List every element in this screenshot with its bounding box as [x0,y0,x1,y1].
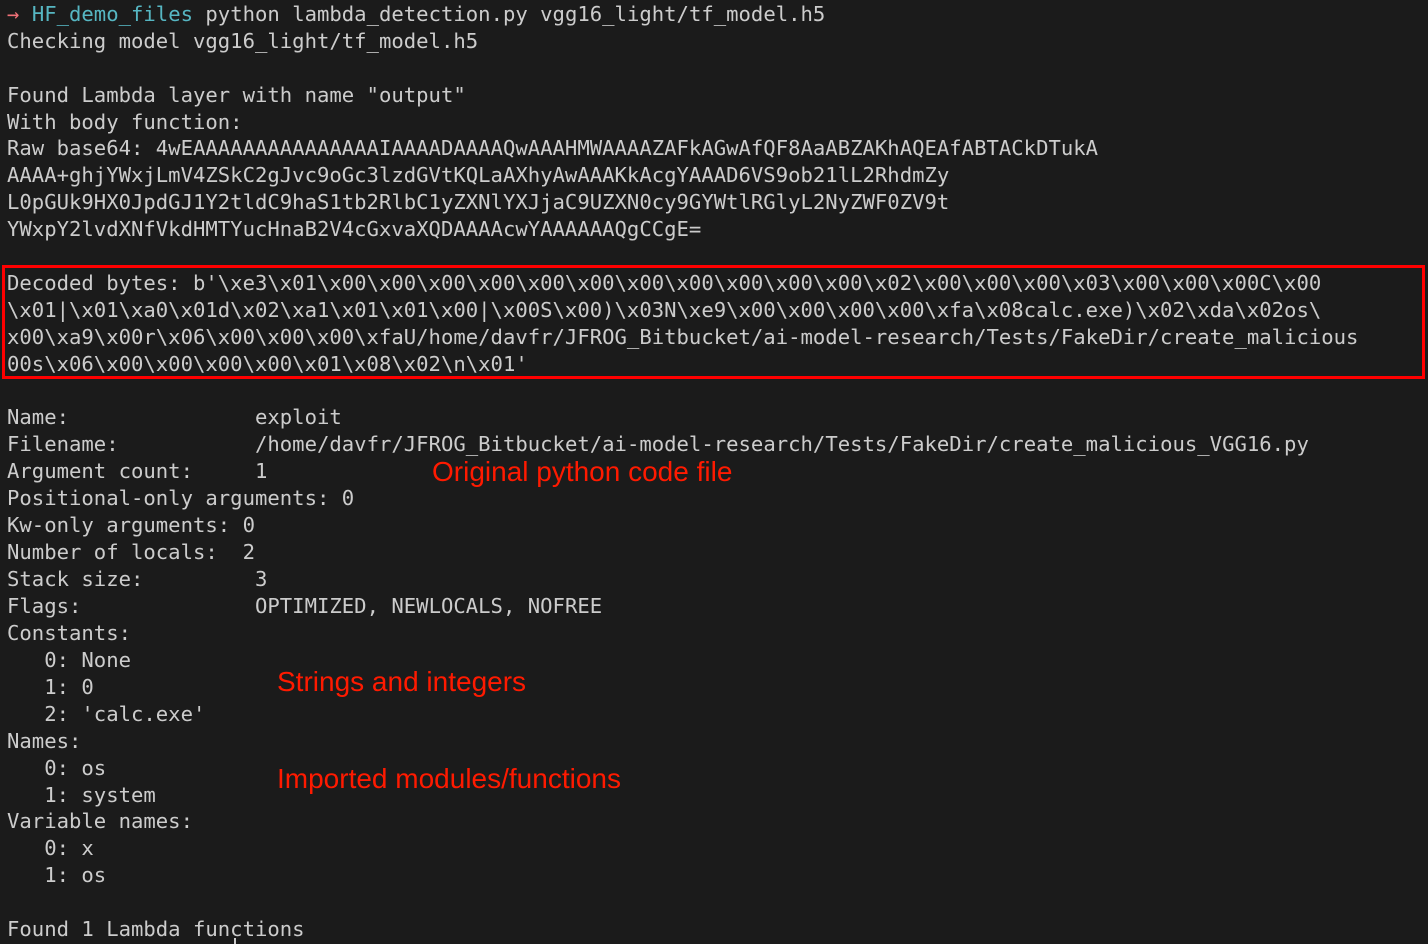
code-info-positional-only: Positional-only arguments: 0 [7,485,354,512]
raw-base64-line: Raw base64: 4wEAAAAAAAAAAAAAAAIAAAADAAAA… [7,136,1099,160]
command-prompt-line: → HF_demo_files python lambda_detection.… [7,1,825,28]
raw-base64-line: YWxpY2lvdXNfVkdHMTYucHnaB2V4cGxvaXQDAAAA… [7,217,702,241]
varname-item: 1: os [7,863,107,887]
code-info-value: exploit [254,405,342,429]
constant-item: 1: 0 [7,675,94,699]
summary-line: Found 1 Lambda functions [7,917,305,941]
code-info-label: Filename: [7,432,255,456]
terminal-cursor [234,938,236,944]
raw-base64-line: L0pGUk9HX0JpdGJ1Y2tldC9haS1tb2RlbC1yZXNl… [7,190,950,214]
decoded-bytes-line: x00\xa9\x00r\x06\x00\x00\x00\xfaU/home/d… [7,325,1359,349]
code-info-value: 0 [341,486,355,510]
code-info-label: Positional-only arguments: [7,486,342,510]
code-info-argument-count: Argument count: 1 [7,458,267,485]
decoded-bytes-line: 00s\x06\x00\x00\x00\x00\x01\x08\x02\n\x0… [7,352,528,376]
code-info-label: Argument count: [7,459,255,483]
code-info-value: 1 [254,459,268,483]
code-info-label: Stack size: [7,567,255,591]
raw-base64-line: AAAA+ghjYWxjLmV4ZSkC2gJvc9oGc3lzdGVtKQLa… [7,163,950,187]
prompt-arrow-icon: → [7,2,20,26]
annotation-original-file: Original python code file [432,456,733,487]
constant-item: 2: 'calc.exe' [7,702,206,726]
constant-item: 0: None [7,648,131,672]
code-info-label: Name: [7,405,255,429]
annotation-strings-integers: Strings and integers [277,666,527,697]
decoded-bytes-line: \x01|\x01\xa0\x01d\x02\xa1\x01\x01\x00|\… [7,298,1322,322]
name-item: 1: system [7,783,156,807]
constants-header: Constants: [7,621,131,645]
code-info-kw-only: Kw-only arguments: 0 [7,512,255,539]
code-info-label: Flags: [7,594,255,618]
prompt-directory: HF_demo_files [31,2,193,26]
code-info-value: OPTIMIZED, NEWLOCALS, NOFREE [254,594,603,618]
code-info-locals: Number of locals: 2 [7,539,255,566]
body-function-line: With body function: [7,110,243,134]
code-info-value: 3 [254,567,268,591]
names-header: Names: [7,729,82,753]
found-lambda-line: Found Lambda layer with name "output" [7,83,466,107]
code-info-label: Kw-only arguments: [7,513,243,537]
annotation-imported-modules: Imported modules/functions [277,763,621,794]
code-info-label: Number of locals: [7,540,243,564]
checking-model-line: Checking model vgg16_light/tf_model.h5 [7,29,479,53]
code-info-value: 0 [242,513,255,537]
code-info-stack-size: Stack size: 3 [7,566,267,593]
decoded-bytes-line: Decoded bytes: b'\xe3\x01\x00\x00\x00\x0… [7,271,1322,295]
code-info-value: /home/davfr/JFROG_Bitbucket/ai-model-res… [254,432,1309,456]
name-item: 0: os [7,756,107,780]
code-info-filename: Filename: /home/davfr/JFROG_Bitbucket/ai… [7,431,1309,458]
varname-item: 0: x [7,836,94,860]
command-text: python lambda_detection.py vgg16_light/t… [193,2,826,26]
terminal-window[interactable]: → HF_demo_files python lambda_detection.… [0,0,1428,944]
varnames-header: Variable names: [7,809,193,833]
code-info-value: 2 [242,540,255,564]
code-info-flags: Flags: OPTIMIZED, NEWLOCALS, NOFREE [7,593,602,620]
code-info-name: Name: exploit [7,404,342,431]
